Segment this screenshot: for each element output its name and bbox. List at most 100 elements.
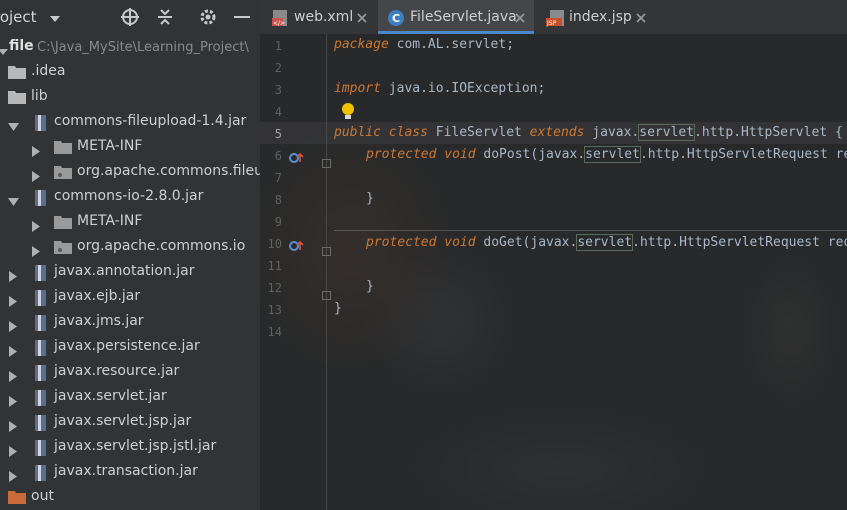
code-text: .http.HttpServletRequest req (632, 235, 847, 250)
line-number: 13 (267, 303, 282, 317)
tree-item-folder[interactable]: META-INF (0, 210, 260, 235)
jar-icon (32, 364, 48, 386)
code-line-10[interactable]: protected void doGet(javax.servlet.http.… (334, 232, 847, 254)
root-path: C:\Java_MySite\Learning_Project\ (37, 40, 249, 55)
tree-item-label: commons-fileupload-1.4.jar (54, 113, 247, 129)
line-number: 3 (274, 83, 282, 97)
expand-arrow-icon[interactable] (8, 117, 19, 136)
collapse-all-icon[interactable] (155, 7, 175, 27)
collapsed-arrow-icon[interactable] (31, 242, 41, 261)
collapsed-arrow-icon[interactable] (8, 267, 18, 286)
tree-item-package[interactable]: org.apache.commons.fileup (0, 160, 260, 185)
tree-root[interactable]: file C:\Java_MySite\Learning_Project\ (0, 35, 260, 60)
collapsed-arrow-icon[interactable] (31, 167, 41, 186)
fold-icon[interactable] (322, 153, 331, 172)
tab-label: web.xml (294, 9, 354, 25)
fold-icon[interactable] (322, 285, 331, 304)
jar-icon (32, 289, 48, 311)
locate-icon[interactable] (120, 7, 140, 27)
line-number: 7 (274, 171, 282, 185)
close-icon[interactable] (634, 10, 648, 24)
override-method-icon[interactable] (289, 237, 305, 256)
tree-item-label: org.apache.commons.fileup (77, 163, 260, 179)
folder-icon (54, 139, 72, 158)
close-icon[interactable] (355, 10, 369, 24)
chevron-down-icon[interactable] (49, 10, 61, 29)
code-line-1[interactable]: package com.AL.servlet; (334, 34, 514, 56)
code-line-8[interactable]: } (334, 188, 374, 210)
tree-item-jar[interactable]: javax.transaction.jar (0, 460, 260, 485)
highlighted-identifier: servlet (576, 234, 634, 251)
tree-item-jar[interactable]: javax.resource.jar (0, 360, 260, 385)
tree-item-label: javax.annotation.jar (54, 263, 195, 279)
gear-icon[interactable] (198, 7, 218, 27)
code-text: } (366, 191, 374, 206)
keyword: protected void (366, 147, 476, 162)
collapsed-arrow-icon[interactable] (8, 342, 18, 361)
jar-icon (32, 464, 48, 486)
tree-item-lib[interactable]: lib (0, 85, 260, 110)
folder-icon (8, 489, 26, 508)
xml-file-icon: </> (272, 9, 290, 31)
fold-icon[interactable] (322, 241, 331, 260)
jsp-file-icon: JSP (546, 9, 566, 31)
tree-item-jar[interactable]: javax.annotation.jar (0, 260, 260, 285)
tab-fileservlet-java[interactable]: C FileServlet.java (378, 0, 534, 34)
root-name: file (9, 38, 34, 54)
tree-item-folder[interactable]: META-INF (0, 135, 260, 160)
svg-text:C: C (392, 12, 400, 25)
java-class-icon: C (387, 9, 405, 31)
editor-tabbar: </> web.xml C FileServlet.java JSP index… (260, 0, 847, 34)
code-line-13[interactable]: } (334, 298, 342, 320)
tree-item-label: org.apache.commons.io (77, 238, 246, 254)
folder-icon (54, 214, 72, 233)
collapsed-arrow-icon[interactable] (8, 367, 18, 386)
tree-item-jar[interactable]: javax.servlet.jsp.jar (0, 410, 260, 435)
collapsed-arrow-icon[interactable] (31, 217, 41, 236)
line-number: 5 (274, 127, 282, 141)
code-line-5[interactable]: public class FileServlet extends javax.s… (334, 122, 843, 144)
override-method-icon[interactable] (289, 149, 305, 168)
tab-index-jsp[interactable]: JSP index.jsp (534, 0, 656, 34)
tree-item-label: lib (31, 88, 48, 104)
line-number: 11 (267, 259, 282, 273)
code-text: .http.HttpServlet { (694, 125, 843, 140)
method-separator (334, 230, 847, 231)
code-line-3[interactable]: import java.io.IOException; (334, 78, 545, 100)
collapsed-arrow-icon[interactable] (8, 292, 18, 311)
line-number: 9 (274, 215, 282, 229)
tree-item-idea[interactable]: .idea (0, 60, 260, 85)
collapsed-arrow-icon[interactable] (8, 392, 18, 411)
tree-item-jar[interactable]: javax.ejb.jar (0, 285, 260, 310)
minimize-icon[interactable] (232, 7, 252, 27)
tree-item-label: javax.resource.jar (54, 363, 180, 379)
line-number: 10 (267, 237, 282, 251)
tree-item-jar[interactable]: javax.jms.jar (0, 310, 260, 335)
tree-item-jar[interactable]: commons-io-2.8.0.jar (0, 185, 260, 210)
collapsed-arrow-icon[interactable] (31, 142, 41, 161)
keyword: public class (334, 125, 428, 140)
tree-item-out[interactable]: out (0, 485, 260, 510)
tree-item-package[interactable]: org.apache.commons.io (0, 235, 260, 260)
svg-text:</>: </> (273, 20, 285, 27)
project-view-title[interactable]: roject (0, 8, 37, 26)
code-line-12[interactable]: } (334, 276, 374, 298)
tree-item-jar[interactable]: commons-fileupload-1.4.jar (0, 110, 260, 135)
tab-label: FileServlet.java (410, 9, 517, 25)
tree-item-jar[interactable]: javax.servlet.jsp.jstl.jar (0, 435, 260, 460)
collapsed-arrow-icon[interactable] (8, 417, 18, 436)
keyword: import (334, 81, 381, 96)
collapsed-arrow-icon[interactable] (8, 467, 18, 486)
code-line-6[interactable]: protected void doPost(javax.servlet.http… (334, 144, 847, 166)
tree-item-jar[interactable]: javax.persistence.jar (0, 335, 260, 360)
close-icon[interactable] (513, 10, 527, 24)
expand-arrow-icon[interactable] (0, 42, 8, 61)
line-number: 4 (274, 105, 282, 119)
tab-web-xml[interactable]: </> web.xml (260, 0, 378, 34)
expand-arrow-icon[interactable] (8, 192, 19, 211)
tree-item-jar[interactable]: javax.servlet.jar (0, 385, 260, 410)
collapsed-arrow-icon[interactable] (8, 317, 18, 336)
collapsed-arrow-icon[interactable] (8, 442, 18, 461)
tree-item-label: javax.persistence.jar (54, 338, 200, 354)
line-number: 8 (274, 193, 282, 207)
